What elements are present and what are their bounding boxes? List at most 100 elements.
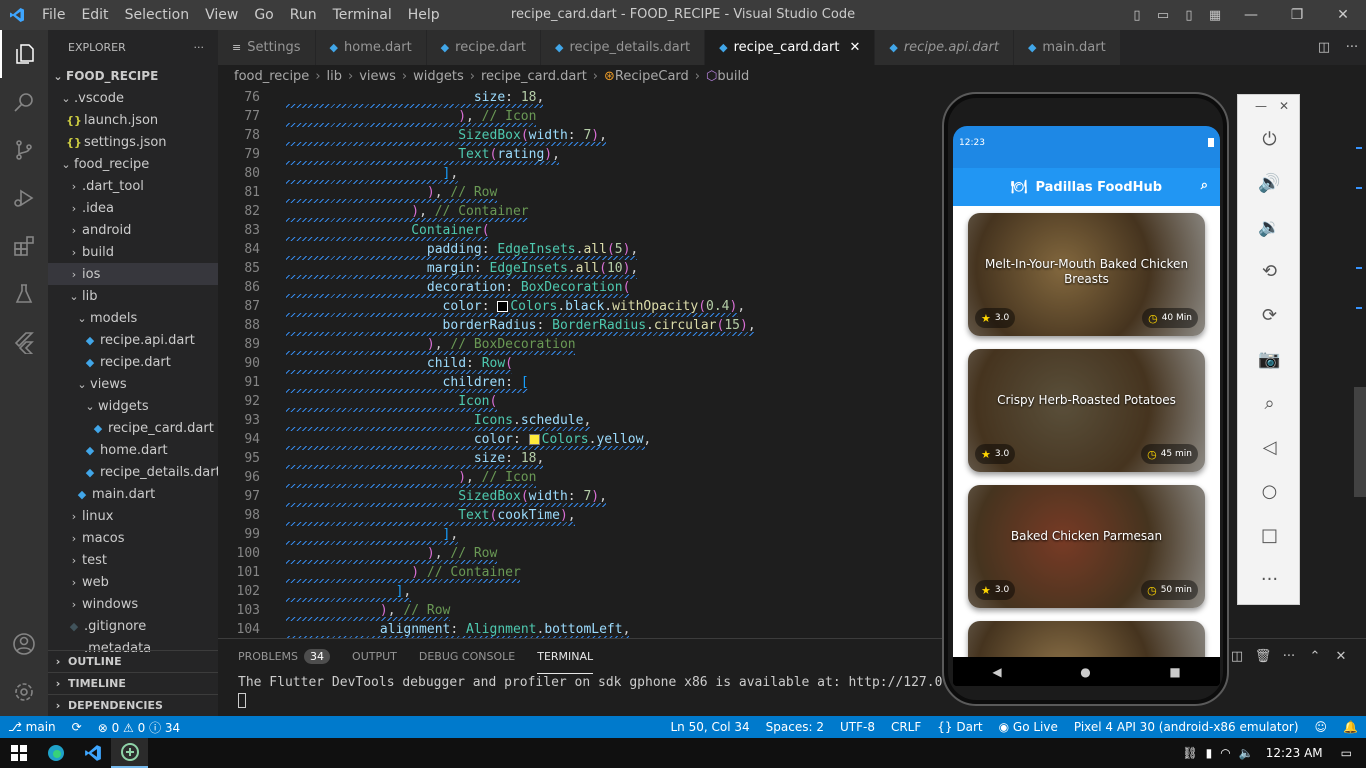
tab-recipe-details-dart[interactable]: ◆ recipe_details.dart (541, 30, 706, 65)
outline-section[interactable]: › OUTLINE (48, 650, 218, 672)
volume-icon[interactable]: 🔈 (1235, 746, 1258, 760)
tree-item[interactable]: {} launch.json (48, 109, 218, 131)
camera-icon[interactable]: 📷 (1238, 337, 1301, 381)
testing-icon[interactable] (0, 270, 48, 318)
feedback-icon[interactable]: ☺ (1307, 720, 1336, 734)
tree-item[interactable]: ⌄ widgets (48, 395, 218, 417)
tab-recipe-dart[interactable]: ◆ recipe.dart (426, 30, 541, 65)
tab-output[interactable]: OUTPUT (352, 639, 397, 674)
timeline-section[interactable]: › TIMELINE (48, 672, 218, 694)
battery-icon[interactable]: ▮ (1202, 746, 1217, 760)
tab-recipe-api-dart[interactable]: ◆ recipe.api.dart (875, 30, 1014, 65)
windows-start-icon[interactable] (0, 738, 37, 768)
volume-down-icon[interactable]: 🔉 (1238, 205, 1301, 249)
nav-recents-icon[interactable]: ■ (1169, 665, 1180, 679)
tree-item[interactable]: › .idea (48, 197, 218, 219)
branch-status[interactable]: ⎇ main (0, 720, 64, 734)
breadcrumb-item[interactable]: recipe_card.dart (481, 69, 587, 84)
editor-scrollbar[interactable] (1352, 87, 1366, 638)
tab-recipe-card-dart[interactable]: ◆ recipe_card.dart ✕ (705, 30, 876, 65)
tree-item[interactable]: › windows (48, 593, 218, 615)
source-control-icon[interactable] (0, 126, 48, 174)
breadcrumb-item[interactable]: lib (327, 69, 342, 84)
tree-item[interactable]: ◆ main.dart (48, 483, 218, 505)
emulator-close-icon[interactable]: ✕ (1279, 99, 1289, 113)
toggle-secondary-icon[interactable]: ▯ (1176, 8, 1202, 23)
tree-item[interactable]: ◆ recipe.dart (48, 351, 218, 373)
cursor-position[interactable]: Ln 50, Col 34 (663, 720, 758, 734)
language-mode[interactable]: {} Dart (929, 720, 990, 734)
indentation[interactable]: Spaces: 2 (758, 720, 832, 734)
tree-item[interactable]: › web (48, 571, 218, 593)
customize-layout-icon[interactable]: ▦ (1202, 8, 1228, 23)
tab-debug-console[interactable]: DEBUG CONSOLE (419, 639, 515, 674)
recipe-list[interactable]: Melt-In-Your-Mouth Baked Chicken Breasts… (953, 206, 1220, 657)
device-selector[interactable]: Pixel 4 API 30 (android-x86 emulator) (1066, 720, 1307, 734)
encoding[interactable]: UTF-8 (832, 720, 883, 734)
menu-terminal[interactable]: Terminal (325, 0, 400, 30)
more-actions-icon[interactable]: ··· (194, 41, 205, 54)
tab-home-dart[interactable]: ◆ home.dart (315, 30, 427, 65)
menu-help[interactable]: Help (400, 0, 448, 30)
home-icon[interactable]: ○ (1238, 469, 1301, 513)
toggle-panel-icon[interactable]: ▭ (1150, 8, 1176, 23)
run-debug-icon[interactable] (0, 174, 48, 222)
menu-go[interactable]: Go (246, 0, 281, 30)
zoom-icon[interactable]: ⌕ (1238, 381, 1301, 425)
menu-run[interactable]: Run (282, 0, 325, 30)
nav-back-icon[interactable]: ◀ (992, 665, 1001, 679)
go-live-button[interactable]: ◉ Go Live (991, 720, 1066, 734)
close-panel-icon[interactable]: ✕ (1328, 649, 1354, 664)
tab-terminal[interactable]: TERMINAL (537, 639, 594, 674)
tab-problems[interactable]: PROBLEMS 34 (238, 639, 331, 674)
overview-icon[interactable]: □ (1238, 513, 1301, 557)
recipe-card[interactable]: Crispy Herb-Roasted Potatoes ★ 3.0 ◷ 45 min (968, 349, 1205, 472)
tree-item[interactable]: › ios (48, 263, 218, 285)
breadcrumb-item[interactable]: RecipeCard (615, 69, 689, 84)
breadcrumb-item[interactable]: widgets (413, 69, 464, 84)
tree-item[interactable]: › test (48, 549, 218, 571)
recipe-card[interactable]: Baked Chicken Parmesan ★ 3.0 ◷ 50 min (968, 485, 1205, 608)
search-icon[interactable] (0, 78, 48, 126)
tree-item[interactable]: ⌄ models (48, 307, 218, 329)
tree-item[interactable]: ◆ recipe.api.dart (48, 329, 218, 351)
restore-button[interactable]: ❐ (1274, 7, 1320, 23)
extensions-icon[interactable] (0, 222, 48, 270)
accounts-icon[interactable] (0, 620, 48, 668)
tree-item[interactable]: › linux (48, 505, 218, 527)
notification-center-icon[interactable]: ▭ (1337, 746, 1366, 760)
menu-file[interactable]: File (34, 0, 73, 30)
nav-home-icon[interactable]: ● (1080, 665, 1090, 679)
trash-icon[interactable]: 🗑 (1250, 649, 1276, 664)
tree-item[interactable]: ◆ home.dart (48, 439, 218, 461)
minimize-button[interactable]: — (1228, 7, 1274, 23)
power-icon[interactable]: ⏻ (1238, 117, 1301, 161)
problems-status[interactable]: ⊗ 0 ⚠ 0 ⓘ 34 (90, 719, 188, 736)
tab-main-dart[interactable]: ◆ main.dart (1013, 30, 1121, 65)
workspace-root[interactable]: ⌄ FOOD_RECIPE (48, 65, 218, 87)
flutter-icon[interactable] (0, 318, 48, 366)
manage-gear-icon[interactable] (0, 668, 48, 716)
rotate-right-icon[interactable]: ⟳ (1238, 293, 1301, 337)
toggle-sidebar-icon[interactable]: ▯ (1124, 8, 1150, 23)
volume-up-icon[interactable]: 🔊 (1238, 161, 1301, 205)
close-tab-icon[interactable]: ✕ (849, 40, 860, 55)
breadcrumb-item[interactable]: views (359, 69, 396, 84)
breadcrumb-item[interactable]: food_recipe (234, 69, 309, 84)
sync-icon[interactable]: ⟳ (64, 720, 90, 734)
scrollbar-thumb[interactable] (1354, 387, 1366, 497)
recipe-card[interactable] (968, 621, 1205, 657)
recipe-card[interactable]: Melt-In-Your-Mouth Baked Chicken Breasts… (968, 213, 1205, 336)
tree-item[interactable]: › .dart_tool (48, 175, 218, 197)
maximize-panel-icon[interactable]: ⌃ (1302, 649, 1328, 664)
breadcrumb-item[interactable]: build (717, 69, 749, 84)
search-icon[interactable]: ⌕ (1201, 178, 1208, 193)
menu-selection[interactable]: Selection (117, 0, 198, 30)
android-studio-icon[interactable] (111, 738, 148, 768)
tree-item[interactable]: ⌄ views (48, 373, 218, 395)
more-actions-icon[interactable]: ··· (1276, 649, 1302, 664)
clock[interactable]: 12:23 AM (1258, 746, 1337, 760)
back-icon[interactable]: ◁ (1238, 425, 1301, 469)
network-icon[interactable]: ⛓ (1178, 746, 1201, 760)
line-endings[interactable]: CRLF (883, 720, 929, 734)
